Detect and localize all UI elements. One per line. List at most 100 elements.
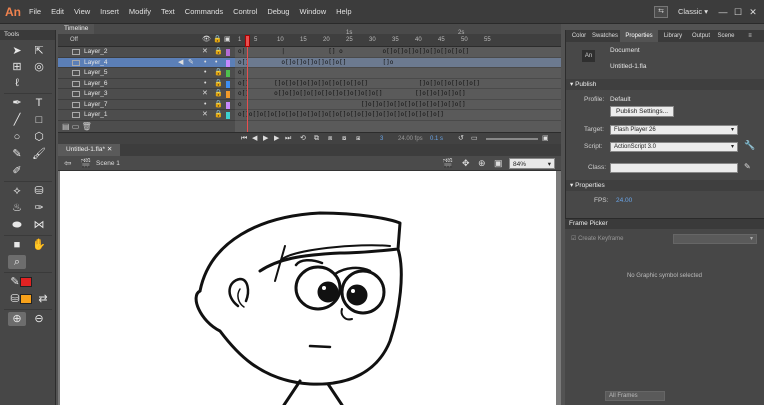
width-tool-icon[interactable]: ⋈	[30, 218, 48, 232]
menu-control[interactable]: Control	[228, 0, 262, 24]
layer-color-swatch[interactable]	[226, 101, 230, 109]
layer-row[interactable]: Layer_1 ✕ 🔒	[58, 110, 235, 121]
lock-dot-icon[interactable]: •	[215, 58, 217, 68]
timeline-zoom-slider[interactable]	[486, 138, 538, 140]
free-transform-tool-icon[interactable]: ⊞	[8, 60, 26, 74]
menu-edit[interactable]: Edit	[46, 0, 69, 24]
hidden-x-icon[interactable]: ✕	[202, 47, 208, 57]
polystar-tool-icon[interactable]: ⬡	[30, 130, 48, 144]
rewind-loop-icon[interactable]: ↺	[458, 134, 464, 144]
motion-path-icon[interactable]: ◀	[178, 58, 183, 68]
checkbox-icon[interactable]: ☑	[571, 236, 576, 242]
fps-property-value[interactable]: 24.00	[616, 197, 632, 204]
hand-tool-icon[interactable]: ✋	[30, 238, 48, 252]
playhead[interactable]	[245, 35, 250, 132]
zoom-in-timeline-icon[interactable]: ▣	[542, 134, 549, 144]
frame-row[interactable]: o| | [] o o[]o[]o[]o[]o[]o[]o[]o[]	[235, 47, 561, 58]
close-tab-icon[interactable]: ✕	[107, 146, 112, 153]
lock-icon[interactable]: 🔒	[214, 79, 223, 89]
lock-icon[interactable]: 🔒	[214, 47, 223, 57]
fill-color-swatch[interactable]	[20, 294, 32, 304]
menu-help[interactable]: Help	[331, 0, 356, 24]
layer-color-swatch[interactable]	[226, 49, 230, 56]
layer-row[interactable]: Layer_6 • 🔒	[58, 79, 235, 89]
pencil-edit-icon[interactable]: ✎	[188, 58, 194, 68]
pencil-tool-icon[interactable]: ✎	[8, 147, 26, 161]
outline-all-icon[interactable]: ▣	[224, 35, 231, 45]
menu-view[interactable]: View	[69, 0, 95, 24]
scene-label[interactable]: Scene 1	[96, 156, 120, 171]
menu-file[interactable]: File	[24, 0, 46, 24]
layer-row[interactable]: Layer_5 • 🔒	[58, 68, 235, 79]
edit-multiple-icon[interactable]: ⧆	[356, 134, 360, 144]
menu-insert[interactable]: Insert	[95, 0, 124, 24]
pen-tool-icon[interactable]: ✒	[8, 96, 26, 110]
panel-menu-icon[interactable]: ≡	[742, 30, 758, 42]
create-keyframe-option[interactable]: ☑ Create Keyframe	[571, 235, 623, 242]
visible-dot-icon[interactable]: •	[204, 68, 206, 78]
zoom-select[interactable]: 84% ▾	[509, 158, 555, 169]
layer-row[interactable]: Layer_4 ◀ ✎ • •	[58, 57, 235, 68]
playhead-handle[interactable]	[245, 35, 250, 47]
frame-grid[interactable]: o| | [] o o[]o[]o[]o[]o[]o[]o[]o[] o[] o…	[235, 47, 561, 132]
lock-icon[interactable]: 🔒	[214, 110, 223, 120]
camera-tool-icon[interactable]: ■	[8, 238, 26, 252]
3d-rotation-tool-icon[interactable]: ◎	[30, 60, 48, 74]
stroke-color-swatch[interactable]	[20, 277, 32, 287]
edit-scene-icon[interactable]: 🎬	[442, 157, 453, 170]
frame-picker-select[interactable]: ▾	[673, 234, 757, 244]
first-frame-icon[interactable]: ⏮	[241, 134, 247, 144]
show-hide-all-icon[interactable]: 👁	[202, 35, 211, 45]
visible-dot-icon[interactable]: •	[204, 100, 206, 110]
tab-color[interactable]: Color	[568, 30, 590, 42]
all-frames-select[interactable]: All Frames	[605, 391, 665, 401]
frame-row[interactable]: o []o[]o[]o[]o[]o[]o[]o[]o[]o[]	[235, 100, 561, 110]
lasso-tool-icon[interactable]: ℓ	[8, 76, 26, 90]
swap-colors-icon[interactable]: ⇄	[34, 292, 52, 306]
layer-row[interactable]: Layer_2 ✕ 🔒	[58, 47, 235, 58]
layer-color-swatch[interactable]	[226, 112, 230, 119]
visible-dot-icon[interactable]: •	[204, 58, 206, 68]
lock-icon[interactable]: 🔒	[214, 68, 223, 78]
eraser-tool-icon[interactable]: ⬬	[8, 218, 26, 232]
stage-canvas[interactable]	[60, 171, 556, 405]
frame-row[interactable]: o[] o[]o[]o[]o[]o[]o[]o[]o[]o[]o[] []o[]…	[235, 89, 561, 100]
layer-color-swatch[interactable]	[226, 70, 230, 77]
last-frame-icon[interactable]: ⏭	[285, 134, 291, 144]
frame-row[interactable]: o[] o[]o[]o[]o[]o[]o[] []o	[235, 57, 561, 68]
delete-layer-icon[interactable]: 🗑	[82, 122, 92, 131]
fps-value[interactable]: 24.00 fps	[398, 134, 423, 144]
lock-icon[interactable]: 🔒	[214, 89, 223, 99]
tab-properties[interactable]: Properties	[620, 30, 658, 42]
paint-brush-tool-icon[interactable]: ✐	[8, 164, 26, 178]
text-tool-icon[interactable]: T	[30, 96, 48, 110]
target-select[interactable]: Flash Player 26 ▾	[610, 125, 738, 135]
layer-row[interactable]: Layer_3 ✕ 🔒	[58, 89, 235, 100]
publish-settings-button[interactable]: Publish Settings...	[610, 106, 675, 117]
script-select[interactable]: ActionScript 3.0 ▾	[610, 142, 738, 152]
layer-color-swatch[interactable]	[226, 80, 230, 88]
step-back-icon[interactable]: ◀	[252, 134, 257, 144]
frame-row[interactable]: o[]o[]o[]o[]o[]o[]o[]o[]o[]o[]o[]o[]o[]o…	[235, 110, 561, 121]
line-tool-icon[interactable]: ╱	[8, 113, 26, 127]
lock-all-icon[interactable]: 🔒	[213, 35, 222, 45]
maximize-button[interactable]: ☐	[733, 7, 743, 18]
zoom-in-icon[interactable]: ⊕	[8, 312, 26, 326]
back-arrow-icon[interactable]: ⇦	[64, 157, 72, 170]
layer-row[interactable]: Layer_7 • 🔒	[58, 100, 235, 110]
paint-bucket-tool-icon[interactable]: ⛁	[30, 184, 48, 198]
edit-symbols-icon[interactable]: ✥	[462, 157, 470, 170]
hidden-x-icon[interactable]: ✕	[202, 89, 208, 99]
layer-color-swatch[interactable]	[226, 91, 230, 98]
close-button[interactable]: ✕	[748, 7, 758, 18]
eyedropper-tool-icon[interactable]: ✑	[30, 201, 48, 215]
onion-outline-icon[interactable]: ⧇	[342, 134, 346, 144]
edit-class-icon[interactable]: ✎	[744, 162, 751, 171]
tab-scene[interactable]: Scene	[714, 30, 738, 42]
oval-tool-icon[interactable]: ○	[8, 130, 26, 144]
menu-text[interactable]: Text	[156, 0, 180, 24]
current-frame-value[interactable]: 3	[380, 134, 383, 144]
brush-tool-icon[interactable]: 🖌	[30, 147, 48, 161]
tab-library[interactable]: Library	[658, 30, 688, 42]
tab-swatches[interactable]: Swatches	[590, 30, 620, 42]
